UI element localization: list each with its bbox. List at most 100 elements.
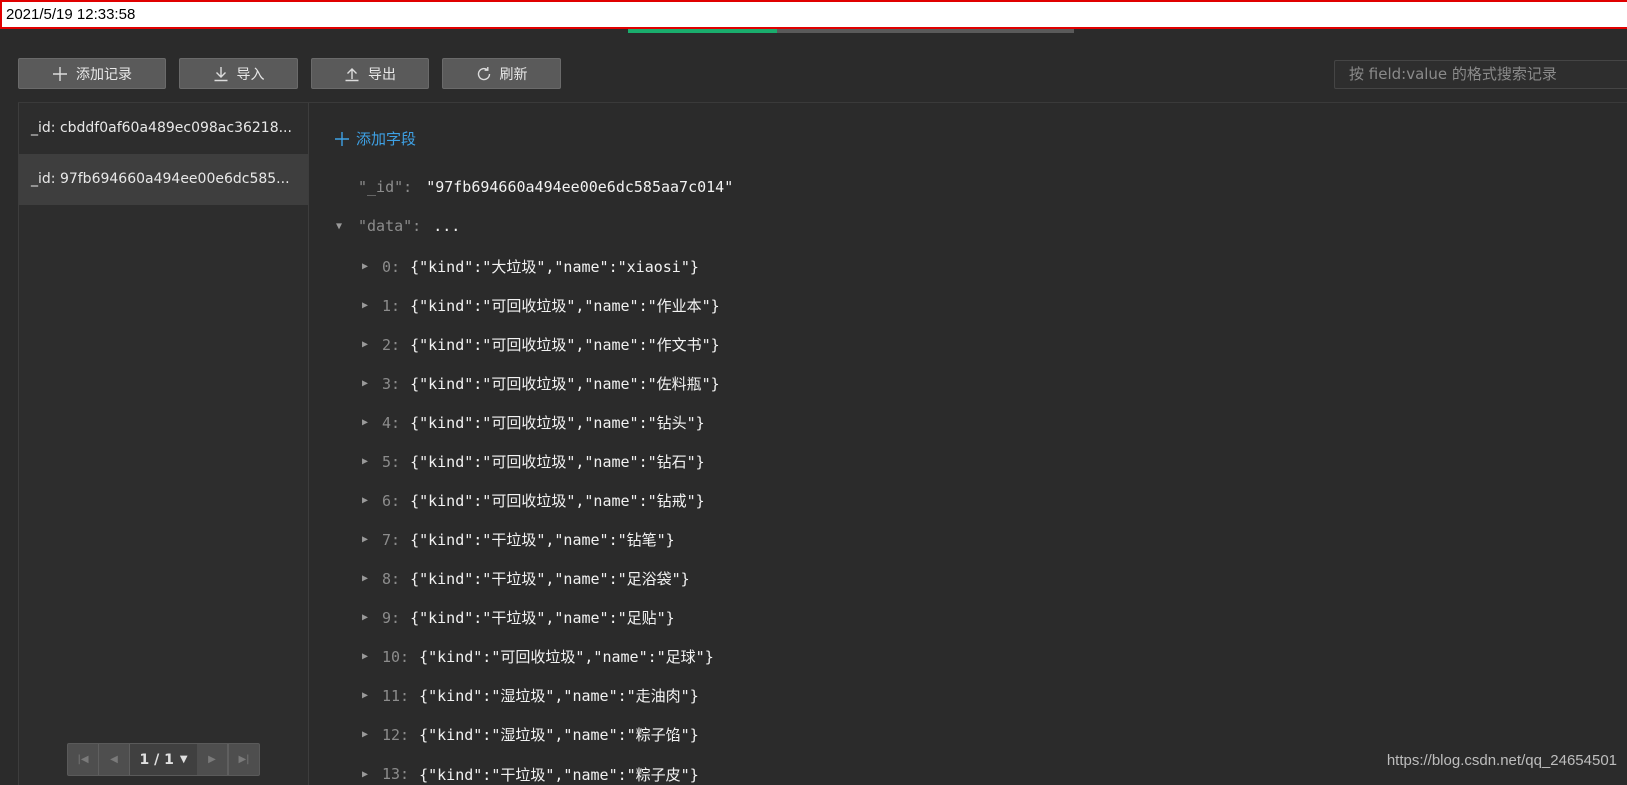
import-label: 导入 [236, 66, 265, 83]
caret-right-icon[interactable]: ▶ [358, 261, 372, 272]
array-item[interactable]: ▶ 1: {"kind":"可回收垃圾","name":"作业本"} [358, 295, 720, 316]
caret-right-icon[interactable]: ▶ [358, 573, 372, 584]
array-index: 11: [382, 686, 410, 705]
top-tab-indicator [628, 29, 1075, 33]
add-record-label: 添加记录 [76, 66, 132, 83]
array-index: 4: [382, 413, 401, 432]
export-button[interactable]: 导出 [311, 58, 429, 89]
next-page-button[interactable]: ▶ [197, 744, 228, 775]
plus-icon [335, 131, 349, 146]
array-value: {"kind":"干垃圾","name":"足浴袋"} [410, 570, 690, 588]
array-value: {"kind":"可回收垃圾","name":"足球"} [419, 648, 714, 666]
first-page-button[interactable]: |◀ [68, 744, 99, 775]
array-index: 3: [382, 374, 401, 393]
caret-right-icon[interactable]: ▶ [358, 769, 372, 780]
add-field-button[interactable]: 添加字段 [334, 128, 416, 149]
add-field-label: 添加字段 [356, 130, 417, 148]
array-index: 5: [382, 452, 401, 471]
caret-right-icon[interactable]: ▶ [358, 456, 372, 467]
caret-right-icon[interactable]: ▶ [358, 417, 372, 428]
array-value: {"kind":"可回收垃圾","name":"作业本"} [410, 297, 720, 315]
last-page-button[interactable]: ▶| [228, 744, 259, 775]
timestamp-bar: 2021/5/19 12:33:58 [0, 0, 1627, 29]
caret-right-icon[interactable]: ▶ [358, 339, 372, 350]
array-item[interactable]: ▶ 2: {"kind":"可回收垃圾","name":"作文书"} [358, 334, 720, 355]
prev-page-icon: ◀ [110, 754, 118, 765]
array-item[interactable]: ▶ 3: {"kind":"可回收垃圾","name":"佐料瓶"} [358, 373, 720, 394]
array-item[interactable]: ▶ 11: {"kind":"湿垃圾","name":"走油肉"} [358, 685, 699, 706]
array-index: 8: [382, 569, 401, 588]
array-index: 0: [382, 257, 401, 276]
array-item[interactable]: ▶ 6: {"kind":"可回收垃圾","name":"钻戒"} [358, 490, 705, 511]
array-value: {"kind":"湿垃圾","name":"走油肉"} [419, 687, 699, 705]
array-index: 7: [382, 530, 401, 549]
array-item[interactable]: ▶ 10: {"kind":"可回收垃圾","name":"足球"} [358, 646, 714, 667]
array-value: {"kind":"干垃圾","name":"足贴"} [410, 609, 675, 627]
tab-indicator-active[interactable] [628, 29, 777, 33]
first-page-icon: |◀ [77, 754, 89, 765]
watermark: https://blog.csdn.net/qq_24654501 [1386, 752, 1617, 769]
array-item[interactable]: ▶ 5: {"kind":"可回收垃圾","name":"钻石"} [358, 451, 705, 472]
field-data[interactable]: ▼ "data": ... [332, 217, 460, 235]
caret-right-icon[interactable]: ▶ [358, 495, 372, 506]
record-item-selected[interactable]: _id: 97fb694660a494ee00e6dc585... [19, 154, 308, 205]
array-item[interactable]: ▶ 0: {"kind":"大垃圾","name":"xiaosi"} [358, 256, 699, 277]
array-index: 10: [382, 647, 410, 666]
tab-indicator[interactable] [776, 29, 926, 33]
export-label: 导出 [368, 66, 396, 83]
array-item[interactable]: ▶ 9: {"kind":"干垃圾","name":"足贴"} [358, 607, 675, 628]
array-value: {"kind":"大垃圾","name":"xiaosi"} [410, 258, 699, 276]
add-record-button[interactable]: 添加记录 [18, 58, 166, 89]
chevron-down-icon: ▼ [179, 754, 188, 765]
caret-right-icon[interactable]: ▶ [358, 729, 372, 740]
page-select[interactable]: 1 / 1 ▼ [130, 744, 197, 775]
record-item[interactable]: _id: cbddf0af60a489ec098ac36218... [19, 103, 308, 154]
array-index: 2: [382, 335, 401, 354]
last-page-icon: ▶| [238, 754, 250, 765]
array-item[interactable]: ▶ 12: {"kind":"湿垃圾","name":"粽子馅"} [358, 724, 699, 745]
refresh-label: 刷新 [499, 66, 528, 83]
array-value: {"kind":"干垃圾","name":"粽子皮"} [419, 765, 699, 784]
array-value: {"kind":"干垃圾","name":"钻笔"} [410, 531, 675, 549]
array-value: {"kind":"可回收垃圾","name":"钻头"} [410, 414, 705, 432]
caret-right-icon[interactable]: ▶ [358, 300, 372, 311]
field-value: "97fb694660a494ee00e6dc585aa7c014" [426, 178, 734, 196]
field-id[interactable]: "_id": "97fb694660a494ee00e6dc585aa7c014… [358, 178, 733, 196]
array-index: 6: [382, 491, 401, 510]
array-item[interactable]: ▶ 7: {"kind":"干垃圾","name":"钻笔"} [358, 529, 675, 550]
array-value: {"kind":"可回收垃圾","name":"佐料瓶"} [410, 375, 720, 393]
array-value: {"kind":"可回收垃圾","name":"钻戒"} [410, 492, 705, 510]
upload-icon [345, 67, 359, 81]
field-key: "data": [358, 217, 422, 235]
caret-right-icon[interactable]: ▶ [358, 651, 372, 662]
caret-right-icon[interactable]: ▶ [358, 690, 372, 701]
plus-icon [53, 66, 67, 81]
array-value: {"kind":"可回收垃圾","name":"钻石"} [410, 453, 705, 471]
array-item[interactable]: ▶ 4: {"kind":"可回收垃圾","name":"钻头"} [358, 412, 705, 433]
next-page-icon: ▶ [208, 754, 216, 765]
array-index: 12: [382, 725, 410, 744]
download-icon [214, 66, 227, 81]
import-button[interactable]: 导入 [179, 58, 298, 89]
caret-right-icon[interactable]: ▶ [358, 612, 372, 623]
caret-right-icon[interactable]: ▶ [358, 378, 372, 389]
refresh-button[interactable]: 刷新 [442, 58, 561, 89]
record-detail: 添加字段 "_id": "97fb694660a494ee00e6dc585aa… [308, 103, 1627, 785]
refresh-icon [477, 66, 490, 80]
tab-indicator[interactable] [925, 29, 1075, 33]
array-item[interactable]: ▶ 8: {"kind":"干垃圾","name":"足浴袋"} [358, 568, 690, 589]
array-value: {"kind":"可回收垃圾","name":"作文书"} [410, 336, 720, 354]
prev-page-button[interactable]: ◀ [99, 744, 130, 775]
field-value: ... [433, 217, 461, 235]
page-indicator: 1 / 1 [139, 751, 174, 768]
array-item[interactable]: ▶ 13: {"kind":"干垃圾","name":"粽子皮"} [358, 763, 699, 785]
array-index: 9: [382, 608, 401, 627]
caret-right-icon[interactable]: ▶ [358, 534, 372, 545]
caret-down-icon[interactable]: ▼ [332, 221, 346, 232]
record-list: _id: cbddf0af60a489ec098ac36218... _id: … [18, 103, 309, 785]
toolbar: 添加记录 导入 导出 刷新 [18, 58, 561, 89]
array-index: 1: [382, 296, 401, 315]
field-key: "_id": [358, 178, 413, 196]
search-input[interactable]: 按 field:value 的格式搜索记录 [1334, 60, 1627, 89]
pagination: |◀ ◀ 1 / 1 ▼ ▶ ▶| [67, 743, 260, 776]
